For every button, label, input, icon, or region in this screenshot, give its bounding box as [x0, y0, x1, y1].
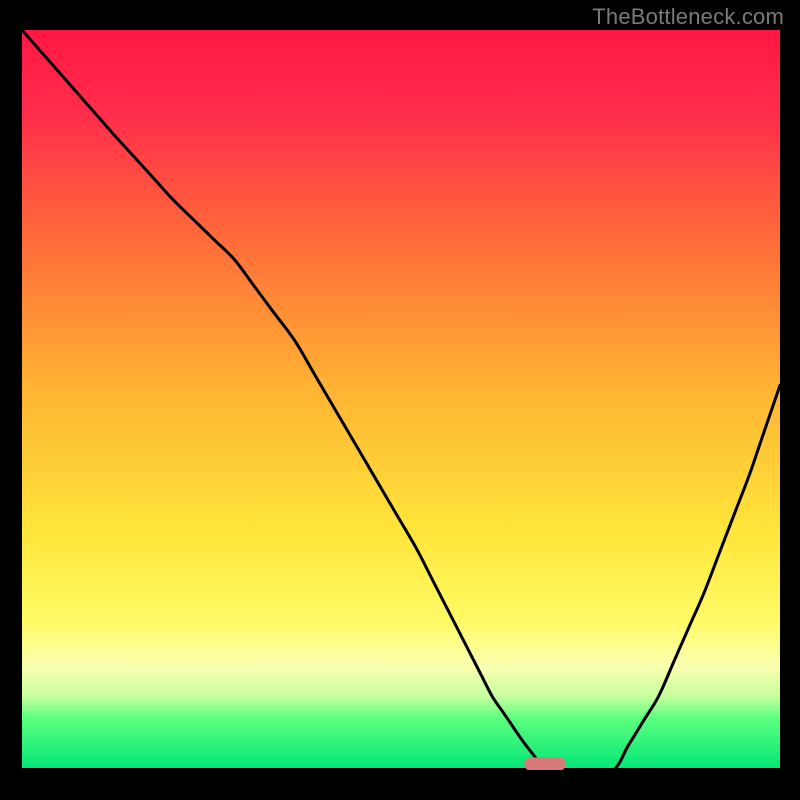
watermark-text: TheBottleneck.com: [592, 4, 784, 30]
chart-container: TheBottleneck.com: [0, 0, 800, 800]
gradient-background: [22, 30, 780, 770]
baseline: [22, 768, 780, 770]
optimum-marker: [524, 757, 566, 770]
plot-svg: [22, 30, 780, 770]
plot-area: [22, 30, 780, 770]
